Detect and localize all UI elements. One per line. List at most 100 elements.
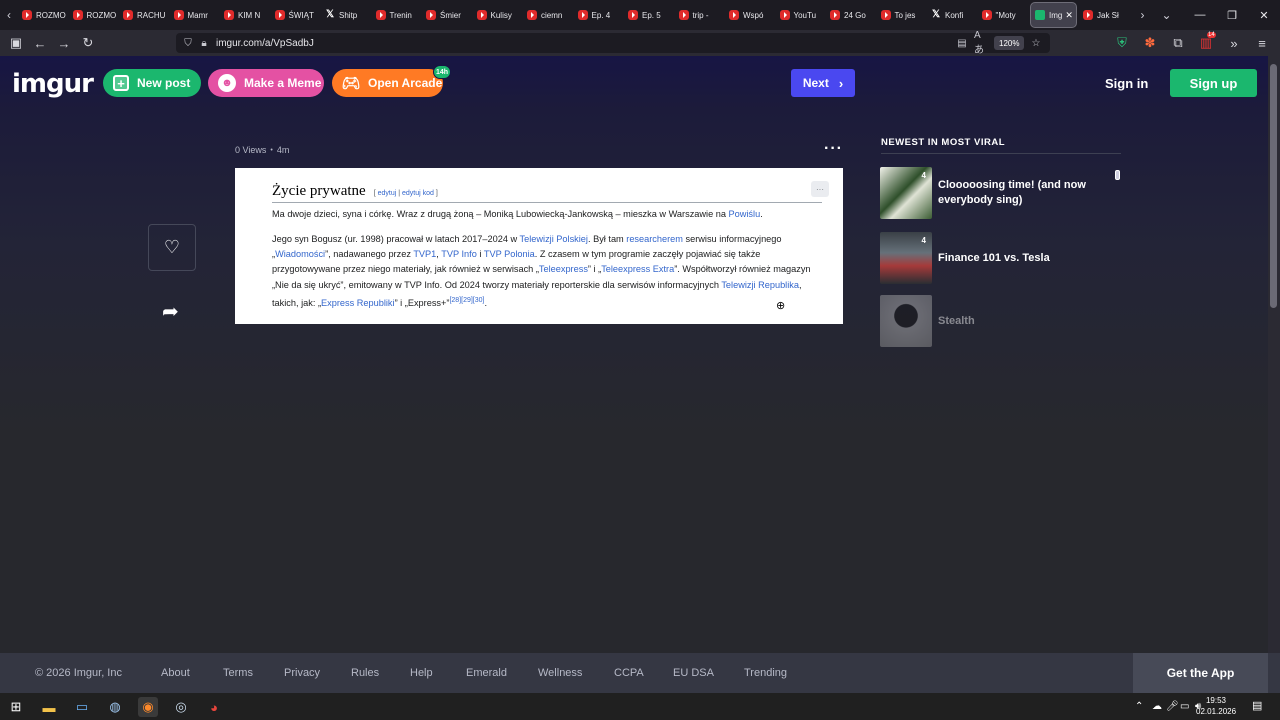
browser-tab[interactable]: ciemn xyxy=(523,2,574,28)
tray-cloud-icon[interactable]: ☁ xyxy=(1152,701,1162,712)
back-icon[interactable]: ← xyxy=(28,31,52,55)
browser-tab[interactable]: RACHU xyxy=(119,2,170,28)
footer-link-terms[interactable]: Terms xyxy=(223,667,253,679)
steam-icon[interactable]: ◍ xyxy=(105,697,125,717)
sign-in-link[interactable]: Sign in xyxy=(1105,76,1148,91)
youtube-favicon-icon xyxy=(123,10,133,20)
extensions-puzzle-icon[interactable]: ⧉ xyxy=(1166,31,1190,55)
post-options-icon[interactable]: ··· xyxy=(824,140,843,158)
open-arcade-button[interactable]: 🎮︎ Open Arcade xyxy=(332,69,443,97)
browser-tab[interactable]: Ep. 5 xyxy=(624,2,675,28)
network-icon[interactable]: ▭ xyxy=(1180,701,1189,712)
zoom-level-badge[interactable]: 120% xyxy=(994,36,1025,50)
browser-tab[interactable]: "Moty xyxy=(978,2,1029,28)
tab-scroll-left-icon[interactable]: ‹ xyxy=(0,0,18,30)
footer-link-privacy[interactable]: Privacy xyxy=(284,667,320,679)
sidebar-post-1[interactable]: 4 Clooooosing time! (and now everybody s… xyxy=(880,166,1122,220)
close-tab-icon[interactable]: ✕ xyxy=(1065,10,1073,21)
file-explorer-icon[interactable]: ▬ xyxy=(39,697,59,717)
p2-link: Express Republiki xyxy=(321,297,395,308)
bookmark-star-icon[interactable]: ☆ xyxy=(1028,35,1044,51)
translate-icon[interactable]: Aあ xyxy=(974,30,990,56)
tray-mic-icon[interactable]: 🎤︎ xyxy=(1166,701,1179,712)
sign-up-button[interactable]: Sign up xyxy=(1170,69,1257,97)
firefox-icon[interactable]: ◉ xyxy=(138,697,158,717)
p2-link: TVP1 xyxy=(413,249,437,260)
wiki-section-title: Życie prywatne xyxy=(272,183,366,199)
sidebar-scroll-handle[interactable] xyxy=(1115,170,1120,180)
tray-overflow-icon[interactable]: ⌃ xyxy=(1135,701,1143,712)
next-post-button[interactable]: Next › xyxy=(791,69,855,97)
browser-tab[interactable]: Jak Sł xyxy=(1079,2,1130,28)
tab-label: Mamr xyxy=(187,10,208,20)
browser-tab[interactable]: KIM N xyxy=(220,2,271,28)
footer-link-wellness[interactable]: Wellness xyxy=(538,667,582,679)
address-bar[interactable]: ⛉ 🔒︎ imgur.com/a/VpSadbJ ▤ Aあ 120% ☆ xyxy=(176,30,1050,56)
browser-tab[interactable]: trip - xyxy=(675,2,726,28)
close-window-icon[interactable]: ✕ xyxy=(1248,9,1280,22)
sidebar-post-3[interactable]: Stealth xyxy=(880,294,1122,348)
share-arrow-icon[interactable]: ➦ xyxy=(162,299,179,324)
vpn-shield-icon[interactable]: ⛨ xyxy=(1110,31,1134,55)
get-the-app-button[interactable]: Get the App xyxy=(1133,653,1268,693)
reload-icon[interactable]: ↻ xyxy=(76,31,100,55)
page-scrollbar-thumb[interactable] xyxy=(1270,64,1277,308)
tracking-shield-icon[interactable]: ⛉ xyxy=(180,35,196,51)
footer-link-trending[interactable]: Trending xyxy=(744,667,787,679)
wiki-edit-code-link: edytuj kod xyxy=(402,190,434,197)
favorite-heart-button[interactable]: ♡ xyxy=(148,224,196,271)
sidebar-toggle-icon[interactable]: ▣ xyxy=(4,31,28,55)
browser-tab[interactable]: Trenin xyxy=(372,2,423,28)
new-post-button[interactable]: + New post xyxy=(103,69,201,97)
browser-tab[interactable]: Img ✕ xyxy=(1030,2,1077,28)
footer-link-rules[interactable]: Rules xyxy=(351,667,379,679)
browser-tab[interactable]: 𝕏 Konfi xyxy=(927,2,978,28)
taskbar-clock[interactable]: 19:53 02.01.2026 xyxy=(1196,695,1236,717)
tab-scroll-right-icon[interactable]: › xyxy=(1134,0,1152,30)
p1-text-end: . xyxy=(760,209,763,219)
imgur-logo[interactable]: imgur xyxy=(12,69,94,99)
browser-tab[interactable]: ŚWIĄT xyxy=(271,2,322,28)
app-menu-icon[interactable]: ≡ xyxy=(1250,31,1274,55)
post-image[interactable]: Życie prywatne [ edytuj | edytuj kod ] ·… xyxy=(235,168,843,324)
browser-tab[interactable]: Kulisy xyxy=(473,2,524,28)
make-meme-button[interactable]: ☻ Make a Meme xyxy=(208,69,324,97)
browser-tab[interactable]: ROZMO xyxy=(69,2,120,28)
sidebar-post-2[interactable]: 4 Finance 101 vs. Tesla xyxy=(880,231,1122,285)
plus-icon: + xyxy=(113,75,129,91)
desktop-app-icon[interactable]: ▭ xyxy=(72,697,92,717)
windows-start-icon[interactable]: ⊞ xyxy=(6,697,26,717)
tab-list-icon[interactable]: ⌄ xyxy=(1158,0,1176,30)
browser-tab[interactable]: Wspó xyxy=(725,2,776,28)
url-text[interactable]: imgur.com/a/VpSadbJ xyxy=(216,38,314,49)
chrome-icon[interactable]: ◕ xyxy=(204,697,224,717)
overflow-menu-icon[interactable]: » xyxy=(1222,31,1246,55)
browser-tab[interactable]: Ep. 4 xyxy=(574,2,625,28)
extension-fox-icon[interactable]: ✽ xyxy=(1138,31,1162,55)
browser-tab[interactable]: 𝕏 Shitp xyxy=(321,2,372,28)
browser-tab[interactable]: To jes xyxy=(877,2,928,28)
browser-tab[interactable]: ROZMO xyxy=(18,2,69,28)
reader-view-icon[interactable]: ▤ xyxy=(954,35,970,51)
footer-link-ccpa[interactable]: CCPA xyxy=(614,667,644,679)
lock-icon[interactable]: 🔒︎ xyxy=(196,35,212,51)
page-scrollbar[interactable] xyxy=(1268,56,1280,653)
make-meme-label: Make a Meme xyxy=(244,76,322,90)
restore-icon[interactable]: ❐ xyxy=(1216,9,1248,22)
browser-tab[interactable]: 24 Go xyxy=(826,2,877,28)
p2-text-end: . xyxy=(484,297,488,308)
footer-link-eu-dsa[interactable]: EU DSA xyxy=(673,667,714,679)
forward-icon[interactable]: → xyxy=(52,31,76,55)
extension-badge-icon[interactable]: ▥ 14 xyxy=(1194,31,1218,55)
footer-link-help[interactable]: Help xyxy=(410,667,433,679)
footer-link-emerald[interactable]: Emerald xyxy=(466,667,507,679)
tab-label: Img xyxy=(1049,10,1063,20)
system-tool-icon[interactable]: ◎ xyxy=(171,697,191,717)
footer-link-about[interactable]: About xyxy=(161,667,190,679)
notifications-icon[interactable]: ▤ xyxy=(1252,699,1262,712)
browser-tab[interactable]: Mamr xyxy=(170,2,221,28)
browser-tab[interactable]: YouTu xyxy=(776,2,827,28)
minimize-icon[interactable]: — xyxy=(1184,9,1216,21)
youtube-favicon-icon xyxy=(527,10,537,20)
browser-tab[interactable]: Śmier xyxy=(422,2,473,28)
